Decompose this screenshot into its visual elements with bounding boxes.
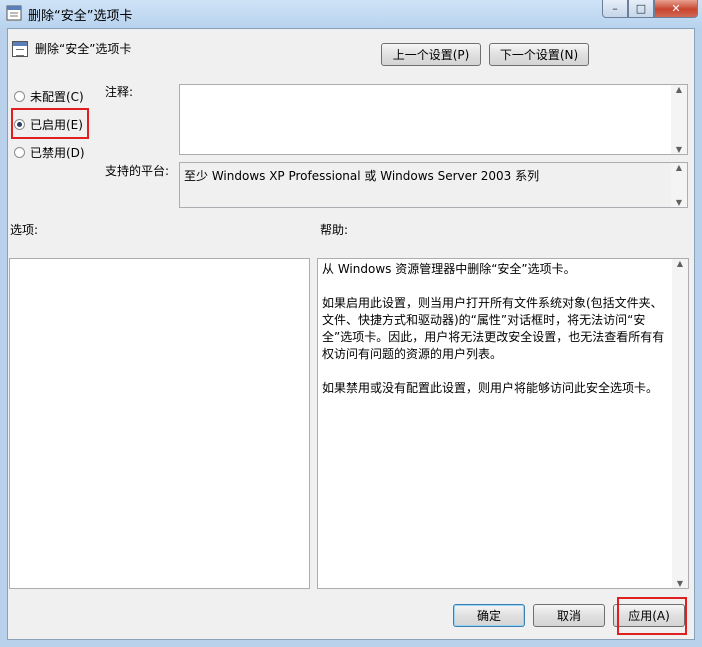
options-label: 选项: [10,223,39,237]
cancel-label: 取消 [556,609,581,623]
options-panel [9,258,310,589]
previous-setting-label: 上一个设置(P) [392,48,470,62]
radio-disabled-label: 已禁用(D) [30,146,85,160]
ok-label: 确定 [476,609,501,623]
platform-scrollbar[interactable]: ▲ ▼ [671,163,687,207]
scroll-up-icon[interactable]: ▲ [676,85,682,94]
radio-not-configured[interactable]: 未配置(C) [14,88,84,105]
scroll-up-icon[interactable]: ▲ [676,163,682,172]
window-title: 删除“安全”选项卡 [28,9,133,24]
help-text: 从 Windows 资源管理器中删除“安全”选项卡。 如果启用此设置，则当用户打… [322,262,665,395]
platform-field: 至少 Windows XP Professional 或 Windows Ser… [179,162,688,208]
help-label: 帮助: [320,223,349,237]
apply-highlight-box [617,597,687,635]
radio-disabled-indicator[interactable] [14,147,25,158]
minimize-icon: – [612,2,618,15]
comment-label: 注释: [105,85,134,99]
title-bar[interactable]: 删除“安全”选项卡 – □ ✕ [0,0,702,28]
help-scrollbar[interactable]: ▲ ▼ [672,259,688,588]
radio-disabled[interactable]: 已禁用(D) [14,144,85,161]
comment-scrollbar[interactable]: ▲ ▼ [671,85,687,154]
enabled-highlight-box [11,108,89,139]
dialog-body: 删除“安全”选项卡 上一个设置(P) 下一个设置(N) 未配置(C) 已启用(E… [7,28,695,640]
scroll-up-icon[interactable]: ▲ [677,259,683,268]
radio-not-configured-indicator[interactable] [14,91,25,102]
radio-not-configured-label: 未配置(C) [30,90,84,104]
comment-field[interactable]: ▲ ▼ [179,84,688,155]
setting-title: 删除“安全”选项卡 [35,42,132,56]
minimize-button[interactable]: – [602,0,628,18]
setting-icon [12,41,28,57]
maximize-icon: □ [635,2,647,15]
next-setting-label: 下一个设置(N) [499,48,579,62]
maximize-button[interactable]: □ [628,0,654,18]
scroll-down-icon[interactable]: ▼ [676,198,682,207]
ok-button[interactable]: 确定 [453,604,525,627]
close-icon: ✕ [671,2,681,15]
cancel-button[interactable]: 取消 [533,604,605,627]
platform-label: 支持的平台: [105,164,170,178]
dialog-window: 删除“安全”选项卡 – □ ✕ 删除“安全”选项卡 上一个设置(P) 下一个设置… [0,0,702,647]
platform-value: 至少 Windows XP Professional 或 Windows Ser… [184,169,540,183]
scroll-down-icon[interactable]: ▼ [677,579,683,588]
help-panel: 从 Windows 资源管理器中删除“安全”选项卡。 如果启用此设置，则当用户打… [317,258,689,589]
next-setting-button[interactable]: 下一个设置(N) [489,43,589,66]
close-button[interactable]: ✕ [654,0,698,18]
policy-icon [6,5,22,21]
previous-setting-button[interactable]: 上一个设置(P) [381,43,481,66]
scroll-down-icon[interactable]: ▼ [676,145,682,154]
